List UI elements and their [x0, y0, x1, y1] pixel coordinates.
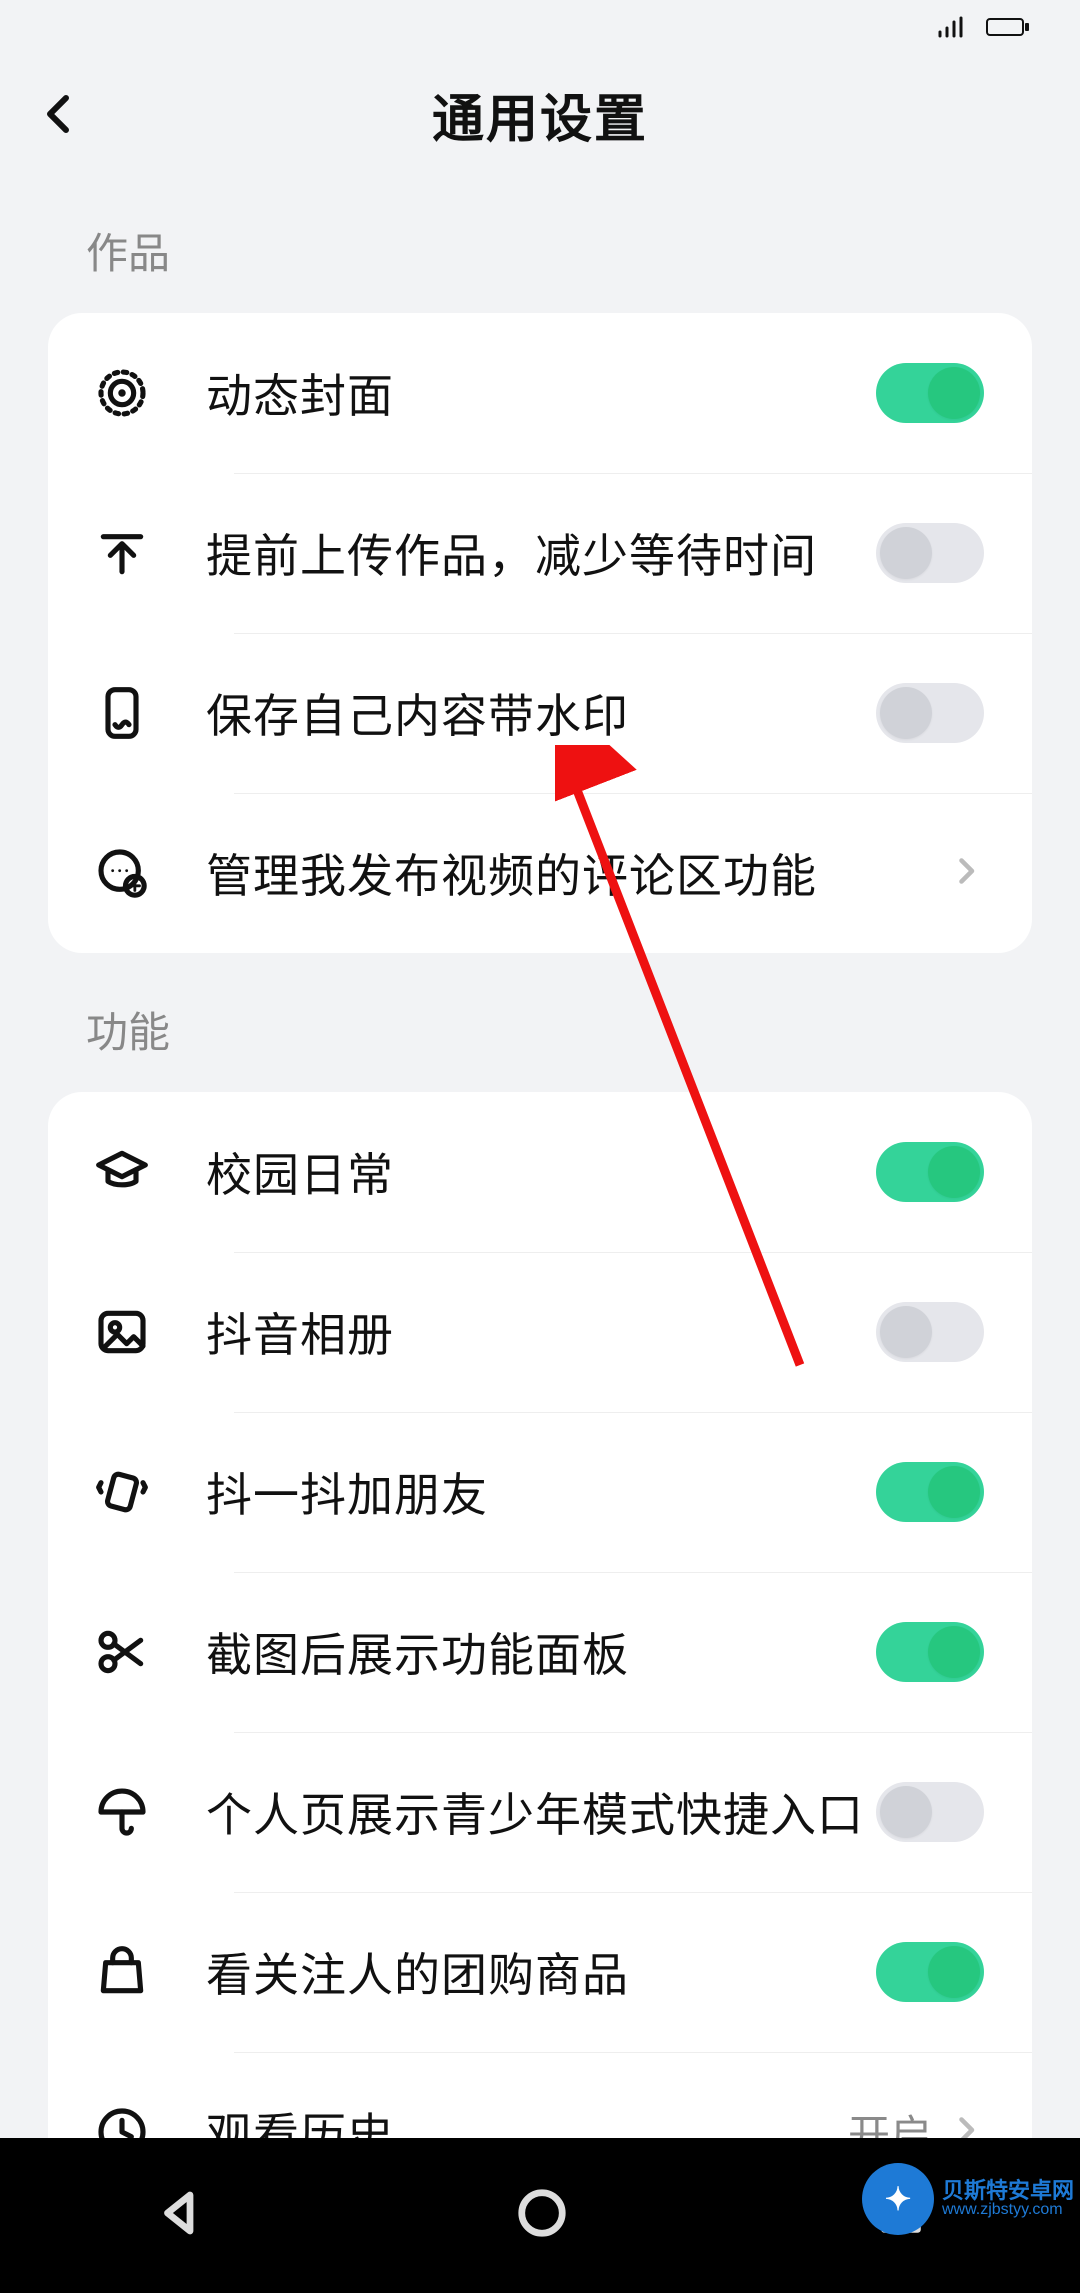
row-screenshot-panel[interactable]: 截图后展示功能面板	[48, 1572, 1032, 1732]
status-indicators	[938, 16, 1030, 38]
row-label: 动态封面	[206, 360, 876, 426]
scissors-icon	[84, 1614, 160, 1690]
header: 通用设置	[0, 54, 1080, 174]
row-dynamic-cover[interactable]: 动态封面	[48, 313, 1032, 473]
card-works: 动态封面 提前上传作品，减少等待时间 保存自己内容带水印 管理我发布视频的评论区…	[48, 313, 1032, 953]
toggle-douyin-album[interactable]	[876, 1302, 984, 1362]
toggle-youth-mode-shortcut[interactable]	[876, 1782, 984, 1842]
toggle-save-watermark[interactable]	[876, 683, 984, 743]
row-label: 抖一抖加朋友	[206, 1459, 876, 1525]
toggle-screenshot-panel[interactable]	[876, 1622, 984, 1682]
row-label: 提前上传作品，减少等待时间	[206, 520, 876, 586]
section-label-features: 功能	[0, 953, 1080, 1092]
toggle-shake-friend[interactable]	[876, 1462, 984, 1522]
graduation-cap-icon	[84, 1134, 160, 1210]
toggle-dynamic-cover[interactable]	[876, 363, 984, 423]
site-watermark: ✦ 贝斯特安卓网 www.zjbstyy.com	[862, 2163, 1074, 2235]
target-icon	[84, 355, 160, 431]
comment-settings-icon	[84, 835, 160, 911]
toggle-campus-daily[interactable]	[876, 1142, 984, 1202]
phone-watermark-icon	[84, 675, 160, 751]
row-label: 截图后展示功能面板	[206, 1619, 876, 1685]
toggle-follow-groupbuy[interactable]	[876, 1942, 984, 2002]
row-manage-comments[interactable]: 管理我发布视频的评论区功能	[48, 793, 1032, 953]
row-youth-mode-shortcut[interactable]: 个人页展示青少年模式快捷入口	[48, 1732, 1032, 1892]
row-campus-daily[interactable]: 校园日常	[48, 1092, 1032, 1252]
row-shake-friend[interactable]: 抖一抖加朋友	[48, 1412, 1032, 1572]
battery-icon	[986, 16, 1030, 38]
status-bar	[0, 0, 1080, 54]
card-features: 校园日常 抖音相册 抖一抖加朋友 截图后展示功能面板	[48, 1092, 1032, 2212]
row-douyin-album[interactable]: 抖音相册	[48, 1252, 1032, 1412]
upload-icon	[84, 515, 160, 591]
nav-home-button[interactable]	[515, 2186, 569, 2245]
nav-back-button[interactable]	[154, 2186, 208, 2245]
row-label: 抖音相册	[206, 1299, 876, 1365]
row-label: 个人页展示青少年模式快捷入口	[206, 1779, 876, 1845]
row-label: 看关注人的团购商品	[206, 1939, 876, 2005]
watermark-url: www.zjbstyy.com	[942, 2202, 1074, 2218]
page-title: 通用设置	[0, 77, 1080, 152]
row-label: 校园日常	[206, 1139, 876, 1205]
watermark-badge-icon: ✦	[862, 2163, 934, 2235]
row-label: 管理我发布视频的评论区功能	[206, 840, 948, 906]
image-icon	[84, 1294, 160, 1370]
back-button[interactable]	[36, 54, 84, 174]
shopping-bag-icon	[84, 1934, 160, 2010]
section-label-works: 作品	[0, 174, 1080, 313]
row-pre-upload[interactable]: 提前上传作品，减少等待时间	[48, 473, 1032, 633]
chevron-right-icon	[948, 853, 984, 894]
row-save-watermark[interactable]: 保存自己内容带水印	[48, 633, 1032, 793]
row-follow-groupbuy[interactable]: 看关注人的团购商品	[48, 1892, 1032, 2052]
umbrella-icon	[84, 1774, 160, 1850]
signal-icon	[938, 16, 968, 38]
shake-icon	[84, 1454, 160, 1530]
row-label: 保存自己内容带水印	[206, 680, 876, 746]
toggle-pre-upload[interactable]	[876, 523, 984, 583]
watermark-brand: 贝斯特安卓网	[942, 2180, 1074, 2202]
